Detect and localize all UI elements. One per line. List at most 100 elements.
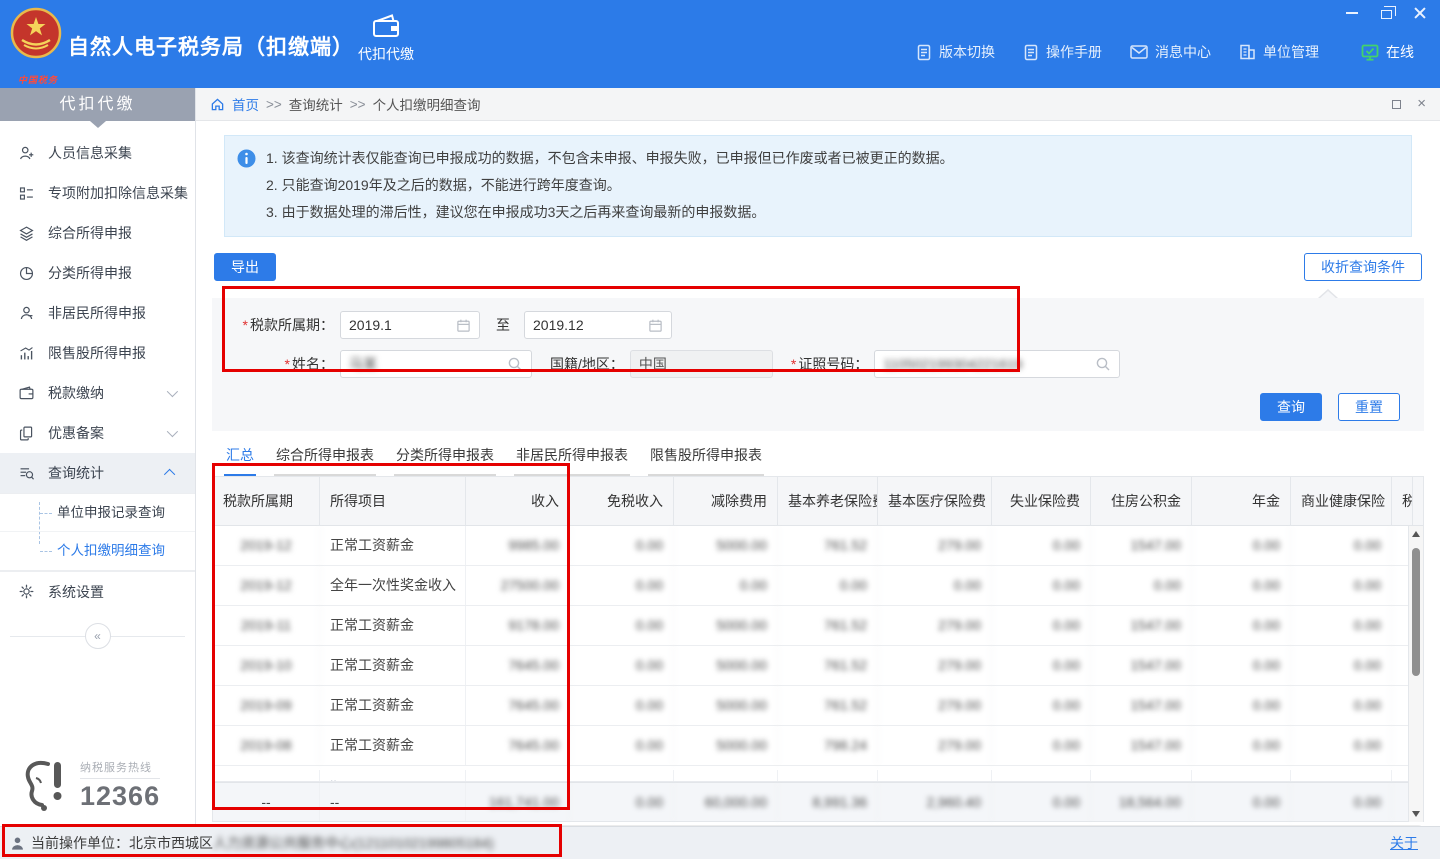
sidebar-item-comprehensive-income[interactable]: 综合所得申报	[0, 213, 195, 253]
table-header-cell: 免税收入	[570, 477, 674, 525]
pane-maximize-icon[interactable]	[1392, 100, 1401, 109]
version-switch-button[interactable]: 版本切换	[916, 42, 995, 62]
table-cell: 0.00	[1091, 566, 1192, 605]
manual-button[interactable]: 操作手册	[1023, 42, 1102, 62]
table-cell: 5000.00	[674, 526, 778, 565]
period-from-input[interactable]: 2019.1	[340, 311, 480, 339]
building-icon	[1239, 44, 1256, 60]
hotline-number: 12366	[80, 781, 160, 812]
table-row[interactable]: 2019-11正常工资薪金9178.000.005000.00761.52279…	[213, 606, 1423, 646]
scroll-down-arrow[interactable]	[1412, 811, 1420, 817]
breadcrumb-home-link[interactable]: 首页	[232, 94, 259, 114]
sidebar-subitem-personal-withholding-detail[interactable]: 个人扣缴明细查询	[0, 532, 195, 570]
table-cell	[778, 770, 878, 782]
table-header-cell: 住房公积金	[1091, 477, 1192, 525]
list-grid-icon	[18, 185, 35, 202]
table-cell: 0.00	[1291, 686, 1392, 725]
sidebar-subitem-unit-declaration-records[interactable]: 单位申报记录查询	[0, 494, 195, 532]
table-header-cell: 收入	[466, 477, 570, 525]
sidebar-item-classified-income[interactable]: 分类所得申报	[0, 253, 195, 293]
table-row[interactable]: 2019-12全年一次性奖金收入27500.000.000.000.000.00…	[213, 566, 1423, 606]
tab-nonresident-income-return[interactable]: 非居民所得申报表	[514, 445, 630, 476]
table-row[interactable]: 2019-09正常工资薪金7645.000.005000.00761.52279…	[213, 686, 1423, 726]
message-center-button[interactable]: 消息中心	[1130, 42, 1211, 62]
toolbar: 导出 收折查询条件	[212, 253, 1424, 281]
table-cell: 1547.00	[1091, 526, 1192, 565]
table-cell: 2,960.40	[878, 783, 992, 821]
user-icon	[10, 836, 25, 851]
table-cell: 2019-09	[213, 686, 320, 725]
table-cell: 2019-11	[213, 606, 320, 645]
table-row[interactable]: 2019-10正常工资薪金7645.000.005000.00761.52279…	[213, 646, 1423, 686]
sidebar-item-personnel-info[interactable]: 人员信息采集	[0, 133, 195, 173]
sidebar-item-system-settings[interactable]: 系统设置	[0, 571, 195, 611]
table-cell: 0.00	[992, 686, 1091, 725]
sidebar-item-tax-payment[interactable]: 税款缴纳	[0, 373, 195, 413]
pane-close-icon[interactable]: ×	[1417, 99, 1426, 109]
table-header-cell: 税	[1392, 477, 1413, 525]
breadcrumb: 首页 >> 查询统计 >> 个人扣缴明细查询 ×	[196, 88, 1440, 121]
table-cell: 1547.00	[1091, 726, 1192, 765]
module-tab-daikou-daijiao[interactable]: 代扣代缴	[342, 13, 430, 64]
collapse-query-conditions-button[interactable]: 收折查询条件	[1304, 253, 1422, 281]
notice-panel: 1. 该查询统计表仅能查询已申报成功的数据，不包含未申报、申报失败，已申报但已作…	[224, 135, 1412, 237]
table-cell: 7645.00	[466, 686, 570, 725]
table-row[interactable]: 2019-12正常工资薪金9985.000.005000.00761.52279…	[213, 526, 1423, 566]
about-link[interactable]: 关于	[1390, 833, 1418, 853]
table-cell: 1547.00	[1091, 686, 1192, 725]
table-cell: 0.00	[1192, 726, 1291, 765]
table-cell	[674, 770, 778, 782]
search-button[interactable]: 查询	[1260, 393, 1322, 421]
sidebar-item-label: 优惠备案	[48, 423, 104, 443]
range-separator: 至	[496, 315, 510, 335]
table-cell: 正常工资薪金	[320, 606, 466, 645]
table-cell: 0.00	[992, 726, 1091, 765]
table-cell: 0.00	[1192, 646, 1291, 685]
sidebar-item-special-deduction[interactable]: 专项附加扣除信息采集	[0, 173, 195, 213]
unit-management-button[interactable]: 单位管理	[1239, 42, 1319, 62]
calendar-icon[interactable]	[648, 318, 663, 333]
tab-summary[interactable]: 汇总	[224, 445, 256, 476]
current-operating-unit: 当前操作单位：北京市西城区人力资源公共服务中心(1211010219980518…	[31, 833, 494, 853]
table-row[interactable]: 2019-08正常工资薪金7645.000.005000.00798.24279…	[213, 726, 1423, 766]
sidebar-item-nonresident-income[interactable]: 非居民所得申报	[0, 293, 195, 333]
table-row[interactable]: ..	[213, 766, 1423, 782]
search-icon[interactable]	[507, 356, 523, 372]
table-cell: 2019-12	[213, 526, 320, 565]
export-button[interactable]: 导出	[214, 253, 276, 281]
sidebar-item-query-statistics[interactable]: 查询统计	[0, 453, 195, 493]
table-cell	[1291, 770, 1392, 782]
table-cell: 761.52	[778, 606, 878, 645]
period-to-input[interactable]: 2019.12	[524, 311, 672, 339]
tab-comprehensive-income-return[interactable]: 综合所得申报表	[274, 445, 376, 476]
name-value-masked: 马某	[349, 354, 507, 374]
unit-management-label: 单位管理	[1263, 42, 1319, 62]
sidebar-collapse-button[interactable]: «	[85, 623, 111, 649]
window-minimize-button[interactable]	[1344, 5, 1360, 21]
window-restore-button[interactable]	[1378, 5, 1394, 21]
scroll-up-arrow[interactable]	[1412, 531, 1420, 537]
table-cell	[570, 770, 674, 782]
sidebar-menu: 人员信息采集 专项附加扣除信息采集 综合所得申报 分	[0, 133, 195, 649]
vertical-scrollbar[interactable]	[1408, 526, 1423, 822]
vertical-scrollbar-thumb[interactable]	[1412, 548, 1420, 676]
calendar-icon[interactable]	[456, 318, 471, 333]
table-cell: 5000.00	[674, 726, 778, 765]
table-cell: 0.00	[570, 566, 674, 605]
table-body: 2019-12正常工资薪金9985.000.005000.00761.52279…	[213, 526, 1423, 822]
table-cell: 0.00	[1291, 646, 1392, 685]
window-close-button[interactable]	[1412, 5, 1428, 21]
tab-classified-income-return[interactable]: 分类所得申报表	[394, 445, 496, 476]
tab-restricted-shares-return[interactable]: 限售股所得申报表	[648, 445, 764, 476]
notice-line: 2. 只能查询2019年及之后的数据，不能进行跨年度查询。	[266, 172, 954, 199]
table-header-row: 税款所属期所得项目收入免税收入减除费用基本养老保险费基本医疗保险费失业保险费住房…	[213, 477, 1423, 526]
table-total-row[interactable]: ----161,741.000.0060,000.008,991.362,960…	[213, 782, 1423, 822]
name-input[interactable]: 马某	[340, 350, 532, 378]
reset-button[interactable]: 重置	[1338, 393, 1400, 421]
id-number-input[interactable]: 110502199304221619	[874, 350, 1120, 378]
sidebar-item-preferential-filing[interactable]: 优惠备案	[0, 413, 195, 453]
sidebar-item-restricted-shares[interactable]: 限售股所得申报	[0, 333, 195, 373]
hotline-label: 纳税服务热线	[80, 759, 160, 779]
search-icon[interactable]	[1095, 356, 1111, 372]
hotline-person-icon	[14, 758, 72, 812]
